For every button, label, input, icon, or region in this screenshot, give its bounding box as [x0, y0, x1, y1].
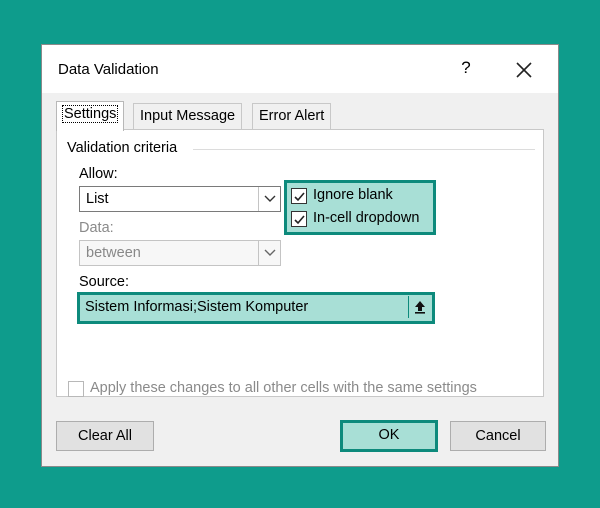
data-select[interactable]: between: [79, 240, 281, 266]
ignore-blank-checkbox[interactable]: Ignore blank: [291, 186, 431, 208]
tab-input-message-label: Input Message: [140, 108, 236, 124]
incell-dropdown-box: [291, 211, 307, 227]
close-button[interactable]: [510, 56, 538, 84]
tab-settings-label: Settings: [61, 105, 119, 123]
apply-all-box: [68, 381, 84, 397]
tab-error-alert[interactable]: Error Alert: [252, 103, 332, 129]
help-button[interactable]: ?: [454, 58, 478, 80]
tab-input-message[interactable]: Input Message: [133, 103, 243, 129]
validation-criteria-heading: Validation criteria: [67, 140, 184, 156]
ok-button[interactable]: OK: [340, 420, 438, 452]
data-select-value: between: [86, 245, 141, 261]
checkbox-highlight: Ignore blank In-cell dropdown: [284, 180, 436, 235]
allow-label: Allow:: [79, 166, 118, 182]
dialog-title: Data Validation: [58, 61, 159, 78]
source-label: Source:: [79, 274, 129, 290]
tab-error-alert-label: Error Alert: [259, 108, 325, 124]
data-validation-dialog: Data Validation ? Settings Input Message…: [41, 44, 559, 467]
cancel-button[interactable]: Cancel: [450, 421, 546, 451]
allow-select[interactable]: List: [79, 186, 281, 212]
close-icon: [516, 62, 532, 78]
upload-arrow-icon: [415, 301, 425, 314]
settings-panel: Validation criteria Allow: List Data: be…: [56, 129, 544, 397]
group-divider: [193, 149, 535, 150]
chevron-down-icon: [258, 187, 280, 211]
ignore-blank-box: [291, 188, 307, 204]
ignore-blank-label: Ignore blank: [313, 187, 393, 203]
incell-dropdown-label: In-cell dropdown: [313, 210, 420, 226]
collapse-dialog-button[interactable]: [408, 296, 430, 318]
source-input[interactable]: Sistem Informasi;Sistem Komputer: [77, 292, 435, 324]
dialog-titlebar: Data Validation ?: [42, 45, 558, 93]
apply-all-label: Apply these changes to all other cells w…: [90, 380, 477, 396]
tab-settings[interactable]: Settings: [56, 101, 125, 131]
allow-select-value: List: [86, 191, 109, 207]
clear-all-button[interactable]: Clear All: [56, 421, 154, 451]
chevron-down-icon: [258, 241, 280, 265]
data-label: Data:: [79, 220, 114, 236]
incell-dropdown-checkbox[interactable]: In-cell dropdown: [291, 209, 431, 231]
source-input-value: Sistem Informasi;Sistem Komputer: [85, 299, 309, 315]
